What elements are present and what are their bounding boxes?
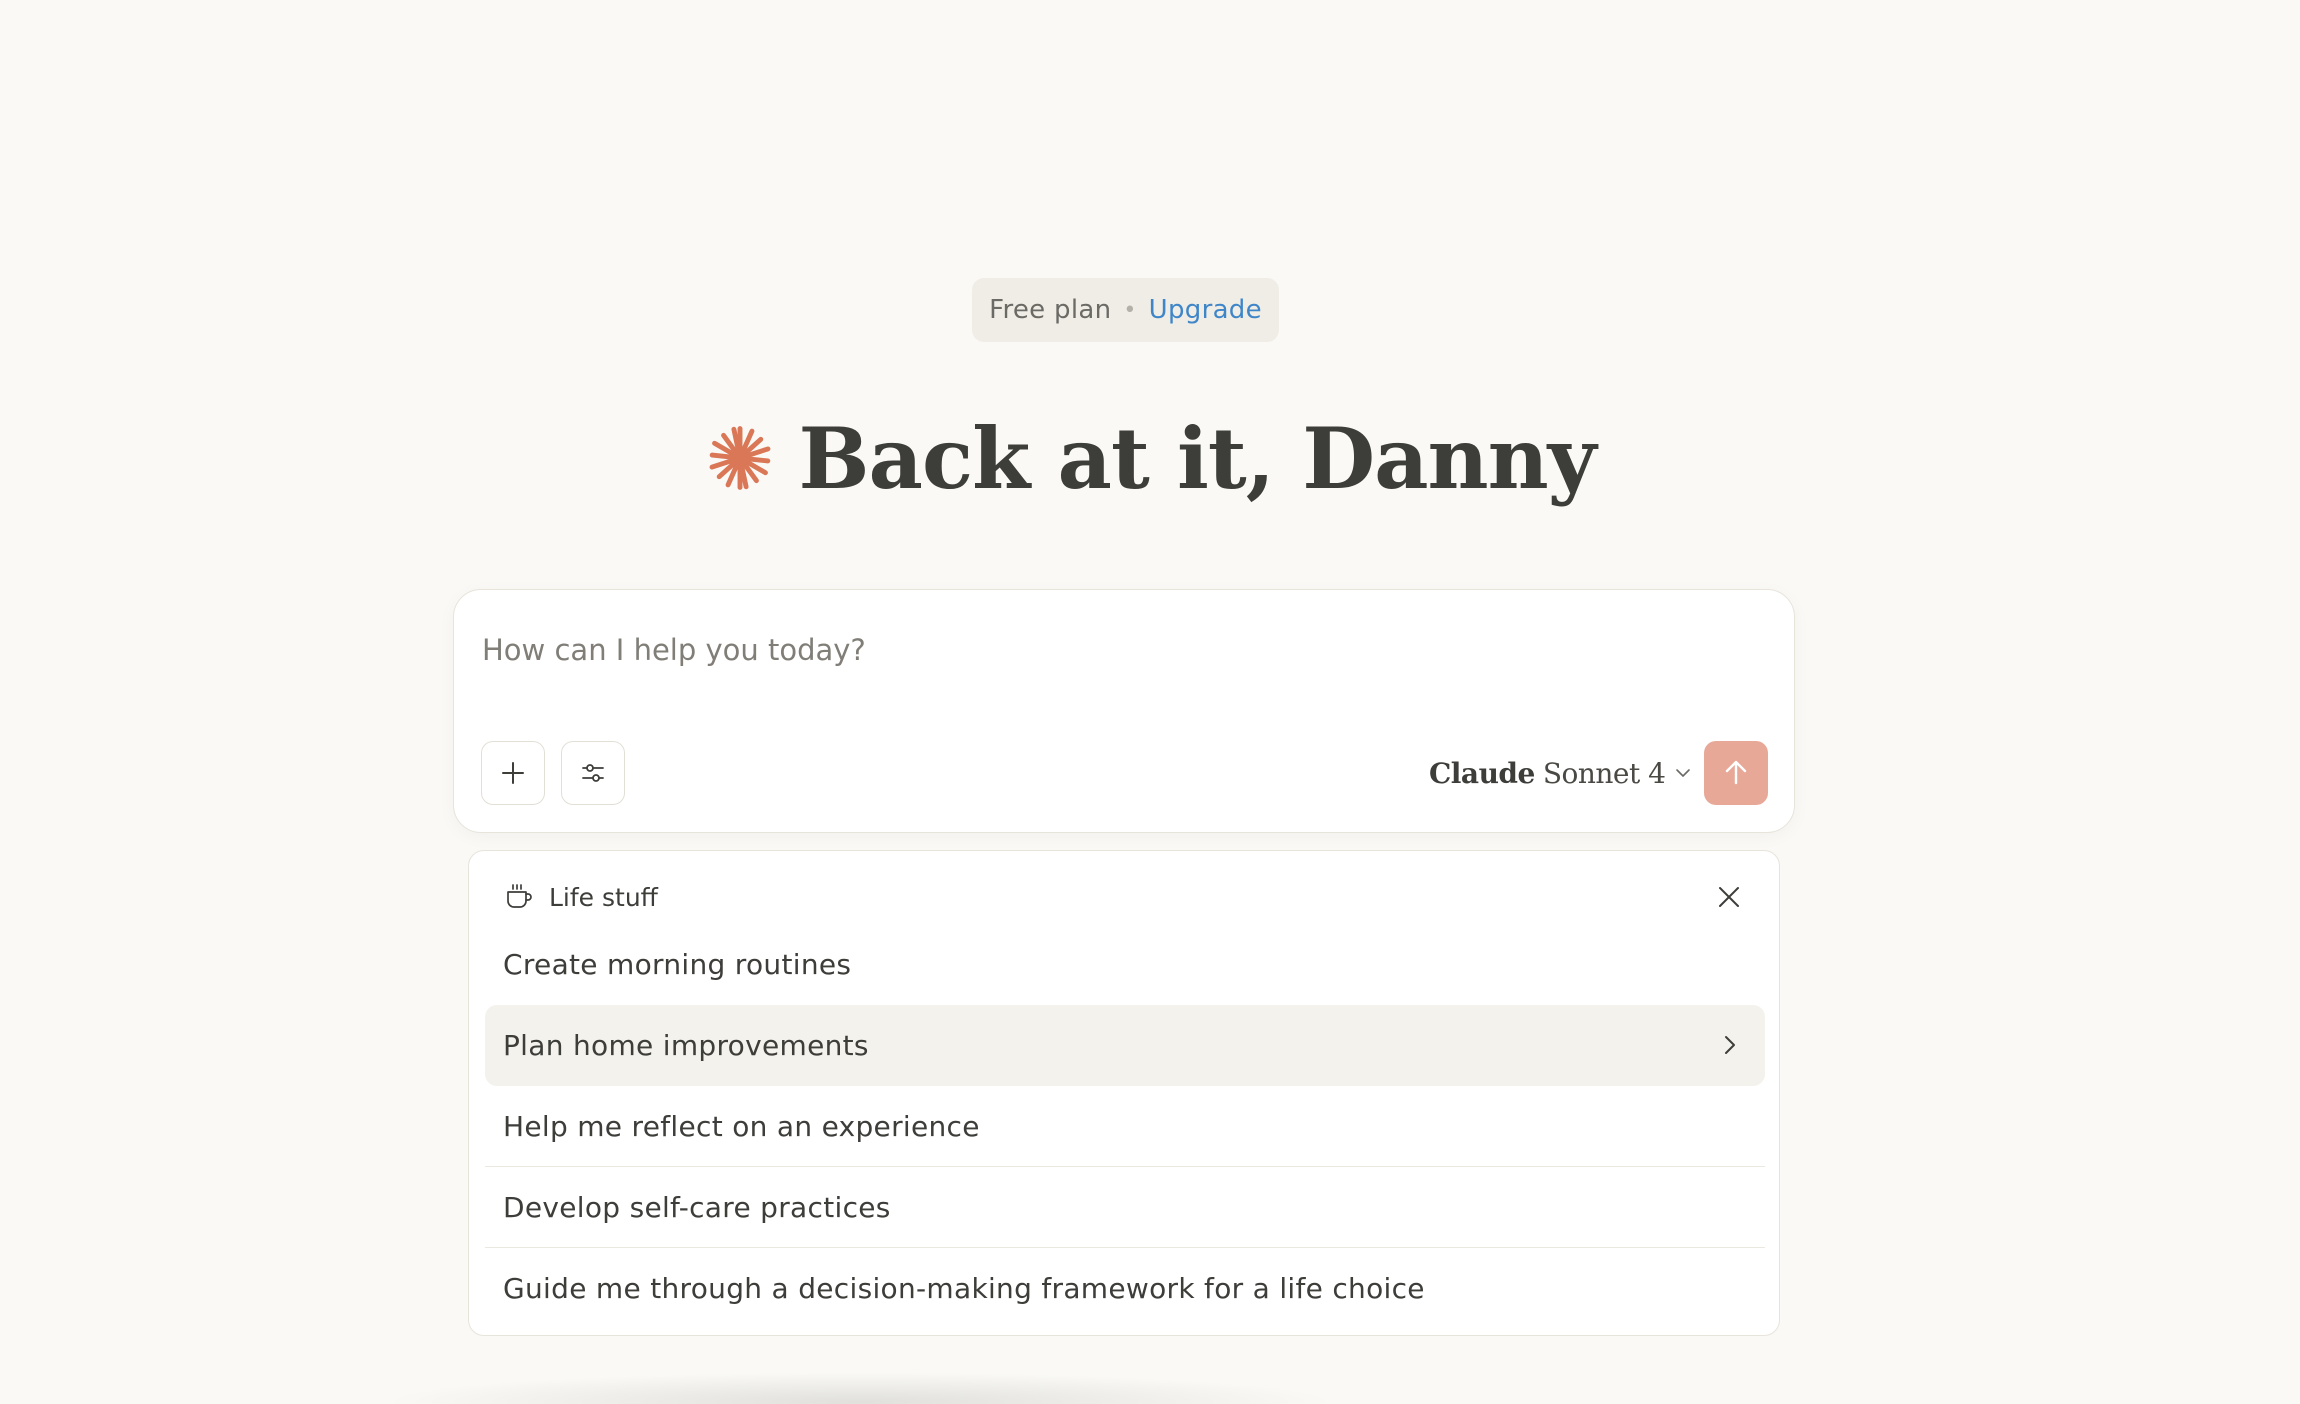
plus-icon <box>502 762 524 784</box>
message-input[interactable] <box>482 626 1762 674</box>
suggestion-label: Plan home improvements <box>503 1029 869 1062</box>
close-suggestions-button[interactable] <box>1709 877 1749 917</box>
model-selector[interactable]: Claude Sonnet 4 <box>1429 742 1693 804</box>
add-attachment-button[interactable] <box>481 741 545 805</box>
suggestion-item[interactable]: Plan home improvements <box>485 1005 1765 1086</box>
plan-badge: Free plan • Upgrade <box>972 278 1279 342</box>
suggestions-panel: Life stuff Create morning routines Plan … <box>468 850 1780 1336</box>
app-page: Free plan • Upgrade Back at it, Danny Ho… <box>0 0 2300 1404</box>
plan-separator: • <box>1123 297 1137 323</box>
chat-composer: Claude Sonnet 4 <box>453 589 1795 833</box>
chevron-down-icon <box>1676 769 1691 777</box>
greeting: Back at it, Danny <box>0 398 2300 518</box>
suggestions-category: Life stuff <box>549 882 658 912</box>
suggestions-list: Create morning routines Plan home improv… <box>485 924 1765 1329</box>
suggestion-label: Develop self-care practices <box>503 1191 891 1224</box>
suggestions-header: Life stuff <box>503 877 658 917</box>
suggestion-item[interactable]: Create morning routines <box>485 924 1765 1005</box>
arrow-up-icon <box>1725 760 1747 785</box>
suggestion-item[interactable]: Develop self-care practices <box>485 1167 1765 1248</box>
suggestion-item[interactable]: Help me reflect on an experience <box>485 1086 1765 1167</box>
plan-label: Free plan <box>989 295 1112 325</box>
model-brand: Claude <box>1429 756 1535 790</box>
suggestion-label: Create morning routines <box>503 948 852 981</box>
greeting-text: Back at it, Danny <box>798 408 1597 508</box>
bottom-shadow <box>380 1372 1340 1404</box>
suggestion-label: Guide me through a decision-making frame… <box>503 1272 1425 1305</box>
tools-settings-button[interactable] <box>561 741 625 805</box>
upgrade-link[interactable]: Upgrade <box>1149 295 1262 325</box>
coffee-cup-icon <box>507 884 532 908</box>
claude-spark-icon <box>709 426 770 490</box>
suggestion-item[interactable]: Guide me through a decision-making frame… <box>485 1248 1765 1329</box>
chevron-right-icon <box>1725 1036 1735 1054</box>
model-name: Sonnet 4 <box>1542 756 1666 790</box>
sliders-icon <box>582 764 604 782</box>
send-button[interactable] <box>1704 741 1768 805</box>
close-icon <box>1719 887 1739 907</box>
suggestion-label: Help me reflect on an experience <box>503 1110 980 1143</box>
